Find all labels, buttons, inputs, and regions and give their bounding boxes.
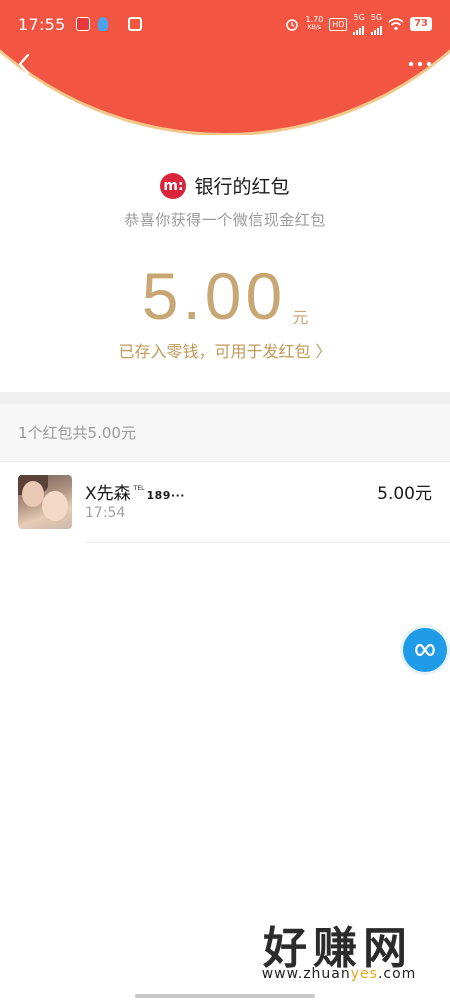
app-notification-icon [75,17,90,31]
receive-time: 17:54 [85,505,126,521]
tel-tag: TEL [133,485,145,492]
net-speed-value: 1.70 [305,15,324,24]
floating-link-button[interactable] [403,628,447,672]
status-time: 17:55 [18,14,66,34]
map-pin-icon [127,17,142,31]
battery-level: 73 [410,17,432,31]
sim2-label: 5G [370,12,383,22]
more-dots-icon [408,61,432,67]
alarm-icon [286,19,299,31]
divider [85,542,450,543]
wifi-icon [388,17,404,30]
sim1-signal: 5G [353,12,365,35]
home-indicator[interactable] [135,994,315,998]
back-button[interactable] [8,48,40,80]
net-speed-unit: KB/s [307,24,321,31]
item-amount: 5.00元 [377,484,432,504]
greeting-text: 恭喜你获得一个微信现金红包 [124,211,326,229]
section-divider [0,392,450,404]
signal-bars-icon [353,22,365,35]
more-button[interactable] [404,52,436,76]
amount-display: 5.00 元 [0,256,450,336]
avatar [18,475,72,529]
tel-number: 189··· [146,489,185,502]
receiver-name: X先森 TEL 189··· [85,479,185,504]
watermark-url: www.zhuanyes.com [244,966,434,982]
sim1-label: 5G [353,12,365,22]
amount-value: 5.00 [141,259,287,333]
list-header: 1个红包共5.00元 [0,404,450,462]
header: 17:55 1.70 KB/s HD 5G 5G 73 [0,0,450,135]
net-speed: 1.70 KB/s [305,16,323,32]
infinity-link-icon [415,643,435,657]
amount-unit: 元 [292,308,309,327]
chevron-left-icon [18,53,30,75]
list-item[interactable]: X先森 TEL 189··· 17:54 5.00元 [0,463,450,543]
watermark-url-part: .com [377,966,417,982]
receiver-name-text: X先森 [85,484,131,504]
qq-icon [97,17,108,31]
status-bar: 17:55 1.70 KB/s HD 5G 5G 73 [0,0,450,48]
stored-to-balance-link[interactable]: 已存入零钱，可用于发红包 〉 [0,338,450,362]
sender-row: m: 银行的红包 [0,172,450,199]
hd-badge: HD [329,17,348,31]
sim2-signal: 5G [370,12,383,35]
bank-logo-icon: m: [160,172,187,199]
sender-name: 银行的红包 [194,176,290,198]
watermark-url-part: www.zhuan [261,966,351,982]
watermark-url-highlight: yes [350,966,378,982]
signal-bars-icon [370,22,382,35]
